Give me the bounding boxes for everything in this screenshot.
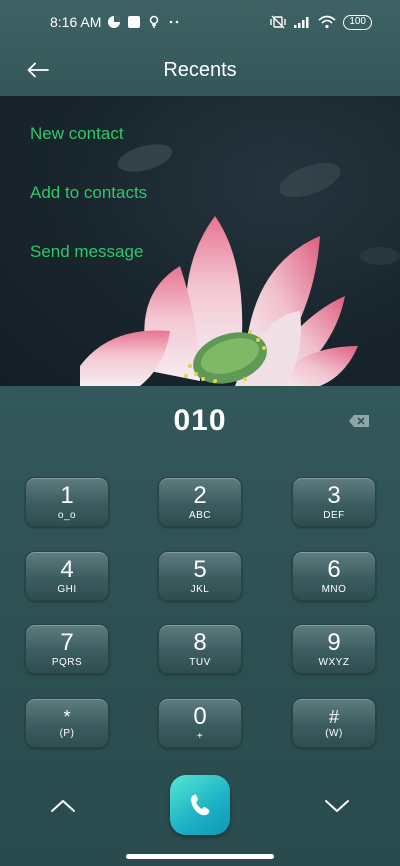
vibrate-off-icon [270, 15, 287, 29]
dialed-number: 010 [173, 404, 227, 437]
top-bar: 8:16 AM 100 Recents [0, 0, 400, 96]
send-message-option[interactable]: Send message [30, 242, 143, 262]
data-saver-icon [108, 16, 121, 28]
battery-icon: 100 [343, 14, 372, 30]
voicemail-icon: ᴏ_ᴏ [57, 509, 77, 521]
stop-icon [128, 16, 141, 28]
key-star[interactable]: * (P) [25, 698, 109, 748]
call-button[interactable] [170, 775, 230, 835]
key-1[interactable]: 1 ᴏ_ᴏ [25, 477, 109, 527]
key-6[interactable]: 6 MNO [292, 551, 376, 601]
key-3[interactable]: 3 DEF [292, 477, 376, 527]
location-icon [150, 15, 159, 28]
key-7[interactable]: 7 PQRS [25, 624, 109, 674]
new-contact-option[interactable]: New contact [30, 124, 124, 144]
key-5[interactable]: 5 JKL [158, 551, 242, 601]
key-9[interactable]: 9 WXYZ [292, 624, 376, 674]
arrow-left-icon [27, 62, 49, 78]
key-4[interactable]: 4 GHI [25, 551, 109, 601]
chevron-down-icon[interactable] [322, 796, 352, 816]
key-0[interactable]: 0 + [158, 698, 242, 748]
page-title: Recents [163, 58, 237, 81]
signal-icon [294, 17, 309, 28]
key-hash[interactable]: # (W) [292, 698, 376, 748]
backspace-icon[interactable] [348, 414, 370, 428]
key-2[interactable]: 2 ABC [158, 477, 242, 527]
wifi-icon [318, 15, 336, 29]
header: Recents [0, 44, 400, 96]
phone-icon [191, 794, 210, 816]
wallpaper: New contact Add to contacts Send message [0, 96, 400, 386]
status-time: 8:16 AM [50, 14, 102, 30]
status-bar: 8:16 AM 100 [0, 0, 400, 44]
chevron-up-icon[interactable] [48, 796, 78, 816]
more-dots-icon [170, 20, 179, 24]
dialer-pad: 010 1 ᴏ_ᴏ 2 ABC 3 DEF 4 GHI 5 JKL 6 MNO … [0, 386, 400, 866]
home-indicator[interactable] [126, 854, 274, 859]
back-button[interactable] [22, 54, 54, 86]
key-8[interactable]: 8 TUV [158, 624, 242, 674]
add-to-contacts-option[interactable]: Add to contacts [30, 183, 147, 203]
